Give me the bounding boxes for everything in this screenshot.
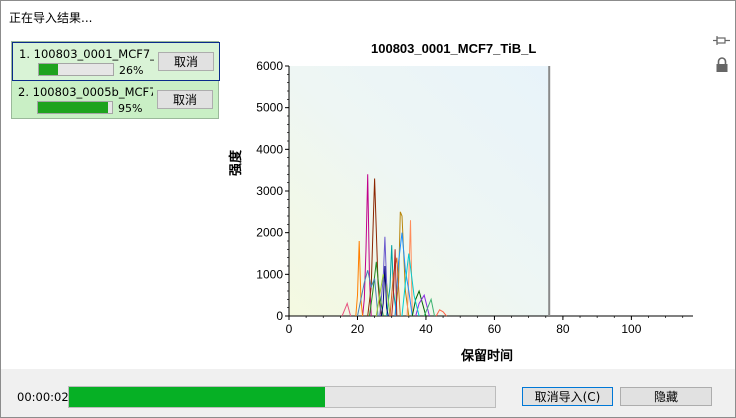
chromatogram-chart: 100803_0001_MCF7_TiB_L 强度 0 1000 2000 3000 4… — [221, 36, 711, 366]
job-progress-bar — [37, 101, 113, 114]
processed-region — [289, 66, 550, 316]
import-dialog: 正在导入结果... 1. 100803_0001_MCF7_... 26% 取消… — [0, 0, 736, 418]
x-tick-label: 80 — [556, 322, 570, 336]
job-cancel-button[interactable]: 取消 — [157, 90, 213, 109]
x-axis-label: 保留时间 — [461, 349, 514, 364]
y-tick-label: 0 — [276, 309, 283, 323]
overall-progress-fill — [69, 387, 325, 407]
job-item[interactable]: 2. 100803_0005b_MCF7... 95% 取消 — [12, 81, 220, 120]
dialog-title: 正在导入结果... — [9, 11, 93, 25]
footer-bar: 00:00:02 取消导入(C) 隐藏 — [1, 369, 735, 417]
x-tick-label: 60 — [488, 322, 502, 336]
y-tick-label: 4000 — [256, 142, 283, 156]
x-tick-label: 0 — [286, 322, 293, 336]
job-cancel-button[interactable]: 取消 — [158, 52, 214, 71]
y-tick-label: 5000 — [256, 101, 283, 115]
job-progress-percent: 26% — [119, 64, 144, 77]
job-progress-fill — [38, 102, 109, 113]
elapsed-time: 00:00:02 — [17, 390, 69, 404]
lock-icon[interactable] — [715, 57, 729, 76]
overall-progress-bar — [68, 386, 496, 408]
job-item[interactable]: 1. 100803_0001_MCF7_... 26% 取消 — [12, 42, 220, 81]
job-progress-fill — [39, 64, 59, 75]
plot-svg: 0 1000 2000 3000 4000 5000 6000 0 20 40 60 80 100 — [256, 59, 693, 336]
job-name: 1. 100803_0001_MCF7_... — [19, 47, 154, 61]
y-tick-label: 3000 — [256, 184, 283, 198]
hide-button[interactable]: 隐藏 — [620, 387, 712, 406]
x-tick-label: 100 — [621, 322, 641, 336]
job-list: 1. 100803_0001_MCF7_... 26% 取消 2. 100803… — [11, 41, 220, 120]
y-tick-label: 1000 — [256, 267, 283, 281]
job-name: 2. 100803_0005b_MCF7... — [18, 85, 153, 99]
pin-icon[interactable] — [713, 35, 731, 52]
x-tick-label: 20 — [351, 322, 365, 336]
job-progress-bar — [38, 63, 114, 76]
x-tick-label: 40 — [419, 322, 433, 336]
y-tick-label: 6000 — [256, 59, 283, 73]
y-tick-label: 2000 — [256, 226, 283, 240]
cancel-import-button[interactable]: 取消导入(C) — [522, 387, 613, 406]
job-progress-percent: 95% — [118, 102, 143, 115]
